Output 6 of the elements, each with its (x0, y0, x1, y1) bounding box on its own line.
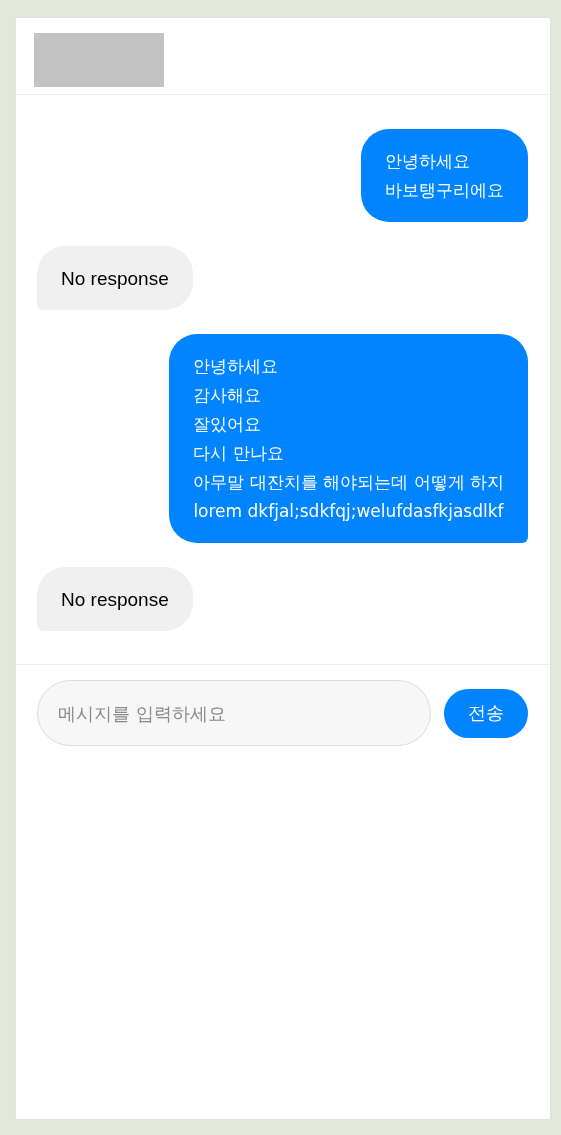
message-bubble: No response (37, 246, 193, 310)
message-input-field[interactable]: 메시지를 입력하세요 (37, 680, 431, 746)
send-button[interactable]: 전송 (444, 688, 528, 738)
message-bubble: No response (37, 567, 193, 631)
message-bubble: 안녕하세요 감사해요 잘있어요 다시 만나요 아무말 대잔치를 해야되는데 어떻게 하지 lorem dkfjal;sdkfqj;welufdasfkjasdlkf (169, 334, 528, 543)
message-bubble: 안녕하세요 바보탱구리에요 (361, 129, 528, 222)
